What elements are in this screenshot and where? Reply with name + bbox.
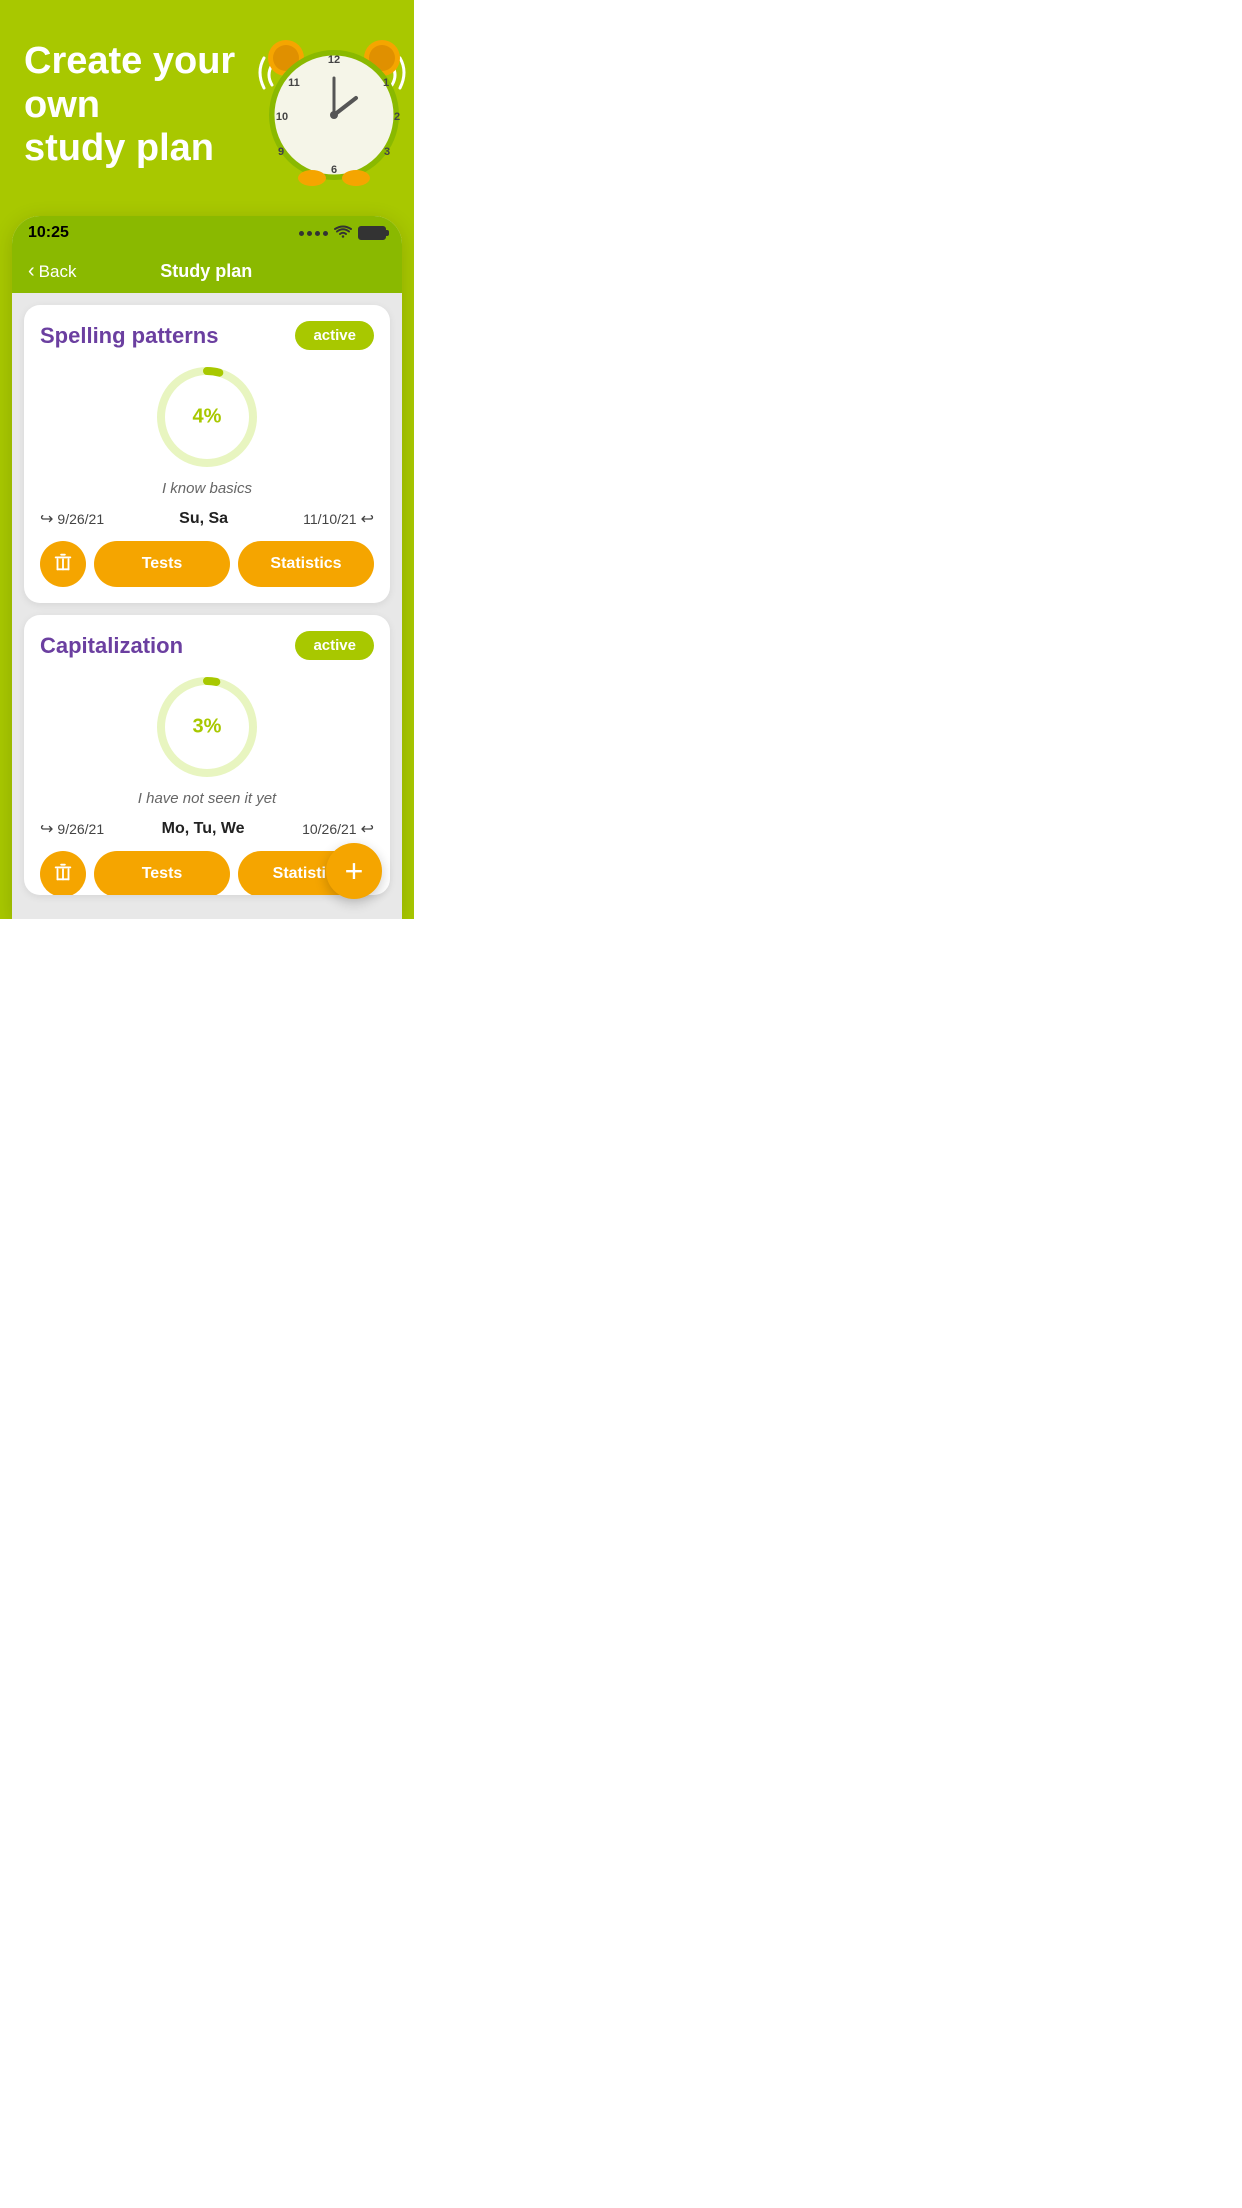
- svg-text:6: 6: [331, 164, 337, 176]
- svg-text:12: 12: [328, 54, 340, 66]
- card2-tests-button[interactable]: Tests: [94, 851, 230, 895]
- start-arrow-icon: ↪: [40, 509, 53, 529]
- card2-header: Capitalization active: [40, 631, 374, 660]
- card2-progress: 3%: [40, 672, 374, 782]
- svg-text:1: 1: [383, 77, 389, 89]
- back-label: Back: [39, 262, 77, 282]
- card1-subtitle: I know basics: [40, 480, 374, 497]
- card1-tests-button[interactable]: Tests: [94, 541, 230, 587]
- delete-icon: [52, 551, 74, 578]
- card2-actions: Tests Statisti...: [40, 851, 374, 895]
- phone-frame: 10:25: [12, 216, 402, 919]
- status-icons: [299, 225, 386, 242]
- card1-active-badge: active: [295, 321, 374, 350]
- svg-text:2: 2: [394, 111, 400, 123]
- card2-days: Mo, Tu, We: [162, 820, 245, 838]
- end-arrow-icon: ↩: [361, 509, 374, 529]
- card2-delete-button[interactable]: [40, 851, 86, 895]
- hero-title: Create your own study plan: [24, 40, 251, 171]
- svg-text:10: 10: [276, 111, 288, 123]
- card1-date-row: ↪ 9/26/21 Su, Sa 11/10/21 ↩: [40, 509, 374, 529]
- svg-text:11: 11: [288, 77, 300, 89]
- dot-3: [315, 231, 320, 236]
- card2-start-arrow-icon: ↪: [40, 819, 53, 839]
- card1-actions: Tests Statistics: [40, 541, 374, 587]
- clock-illustration: 12 1 2 3 6 9 10 11: [244, 10, 414, 190]
- card2-date-row: ↪ 9/26/21 Mo, Tu, We 10/26/21 ↩: [40, 819, 374, 839]
- content-area: Spelling patterns active 4% I know basic…: [12, 293, 402, 919]
- status-bar: 10:25: [12, 216, 402, 250]
- card1-statistics-button[interactable]: Statistics: [238, 541, 374, 587]
- card1-circle: 4%: [152, 362, 262, 472]
- card1-start-date: 9/26/21: [57, 511, 104, 527]
- dot-4: [323, 231, 328, 236]
- card1-date-end: 11/10/21 ↩: [303, 509, 374, 529]
- signal-dots: [299, 231, 328, 236]
- svg-text:9: 9: [278, 146, 284, 158]
- status-time: 10:25: [28, 224, 69, 242]
- card2-date-end: 10/26/21 ↩: [302, 819, 374, 839]
- svg-text:3: 3: [384, 146, 390, 158]
- card1-title: Spelling patterns: [40, 323, 218, 349]
- card2-active-badge: active: [295, 631, 374, 660]
- card2-title: Capitalization: [40, 633, 183, 659]
- hero-section: Create your own study plan: [0, 0, 414, 200]
- dot-1: [299, 231, 304, 236]
- card1-delete-button[interactable]: [40, 541, 86, 587]
- fab-add-button[interactable]: +: [326, 843, 382, 899]
- back-chevron-icon: ‹: [28, 260, 35, 283]
- card2-delete-icon: [52, 861, 74, 888]
- wifi-icon: [334, 225, 352, 242]
- spelling-patterns-card: Spelling patterns active 4% I know basic…: [24, 305, 390, 603]
- card1-progress-label: 4%: [193, 406, 222, 429]
- card2-date-start: ↪ 9/26/21: [40, 819, 104, 839]
- card1-progress: 4%: [40, 362, 374, 472]
- dot-2: [307, 231, 312, 236]
- battery-icon: [358, 226, 386, 240]
- back-button[interactable]: ‹ Back: [28, 260, 76, 283]
- nav-title: Study plan: [76, 261, 336, 282]
- card2-start-date: 9/26/21: [57, 821, 104, 837]
- card2-end-date: 10/26/21: [302, 821, 357, 837]
- card1-end-date: 11/10/21: [303, 511, 356, 527]
- card2-progress-label: 3%: [193, 716, 222, 739]
- card1-date-start: ↪ 9/26/21: [40, 509, 104, 529]
- card2-subtitle: I have not seen it yet: [40, 790, 374, 807]
- app-background: Create your own study plan: [0, 0, 414, 919]
- card2-end-arrow-icon: ↩: [361, 819, 374, 839]
- card1-header: Spelling patterns active: [40, 321, 374, 350]
- card2-circle: 3%: [152, 672, 262, 782]
- card1-days: Su, Sa: [179, 510, 228, 528]
- nav-bar: ‹ Back Study plan: [12, 250, 402, 293]
